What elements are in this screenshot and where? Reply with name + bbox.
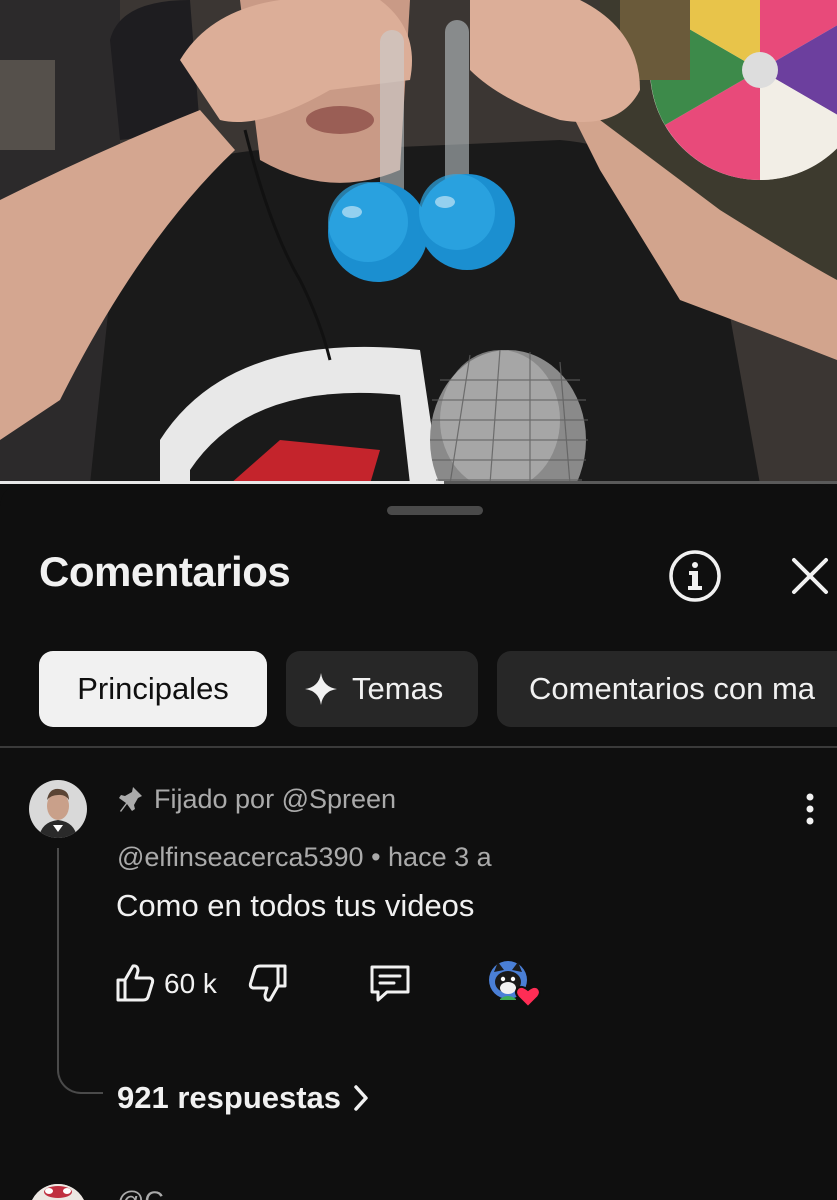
sheet-title: Comentarios (39, 548, 291, 595)
chevron-right-icon (354, 1085, 368, 1111)
comment-author[interactable]: @elfinseacerca5390 (117, 842, 364, 872)
chip-principales-label: Principales (77, 671, 229, 706)
replies-count: 921 respuestas (117, 1080, 342, 1115)
dislike-button[interactable] (247, 962, 291, 1004)
like-count: 60 k (164, 968, 217, 999)
close-icon (792, 558, 828, 594)
avatar-image (29, 780, 87, 838)
divider (0, 746, 837, 748)
replies-link[interactable]: 921 respuestas (117, 1080, 369, 1116)
comments-sheet: Comentarios Principales Temas Comentario… (0, 484, 837, 1200)
chip-comentarios-con[interactable]: Comentarios con ma (497, 651, 837, 727)
kebab-menu-icon (806, 793, 814, 825)
video-frame (0, 0, 837, 484)
comment-text: Como en todos tus videos (116, 888, 475, 923)
thumbs-up-icon (116, 964, 155, 1002)
info-circle-icon (669, 550, 721, 602)
drag-handle[interactable] (387, 506, 483, 515)
thread-line (57, 848, 103, 1094)
avatar[interactable] (29, 780, 87, 838)
chip-principales[interactable]: Principales (39, 651, 267, 727)
pin-icon (119, 786, 142, 812)
reply-icon (370, 965, 410, 1002)
chip-temas-label: Temas (352, 671, 444, 706)
avatar-image (29, 1184, 87, 1200)
reply-button[interactable] (367, 962, 413, 1004)
more-options-button[interactable] (797, 792, 823, 828)
next-comment-author: @C... (117, 1186, 186, 1200)
info-button[interactable] (667, 548, 723, 604)
video-player[interactable] (0, 0, 837, 484)
pinned-text: Fijado por @Spreen (154, 784, 397, 814)
close-button[interactable] (786, 548, 834, 604)
chip-temas[interactable]: Temas (286, 651, 478, 727)
next-comment-avatar[interactable] (29, 1184, 87, 1200)
creator-heart[interactable] (488, 960, 542, 1010)
chip-comentarios-con-label: Comentarios con ma (529, 671, 816, 706)
sparkle-icon (305, 673, 337, 705)
like-button[interactable] (114, 962, 156, 1004)
comment-time: • hace 3 a (371, 842, 492, 872)
thumbs-down-icon (248, 964, 287, 1002)
comment-meta: @elfinseacerca5390 • hace 3 a (117, 842, 492, 873)
pinned-label: Fijado por @Spreen (118, 784, 396, 815)
creator-heart-icon (489, 961, 541, 1009)
